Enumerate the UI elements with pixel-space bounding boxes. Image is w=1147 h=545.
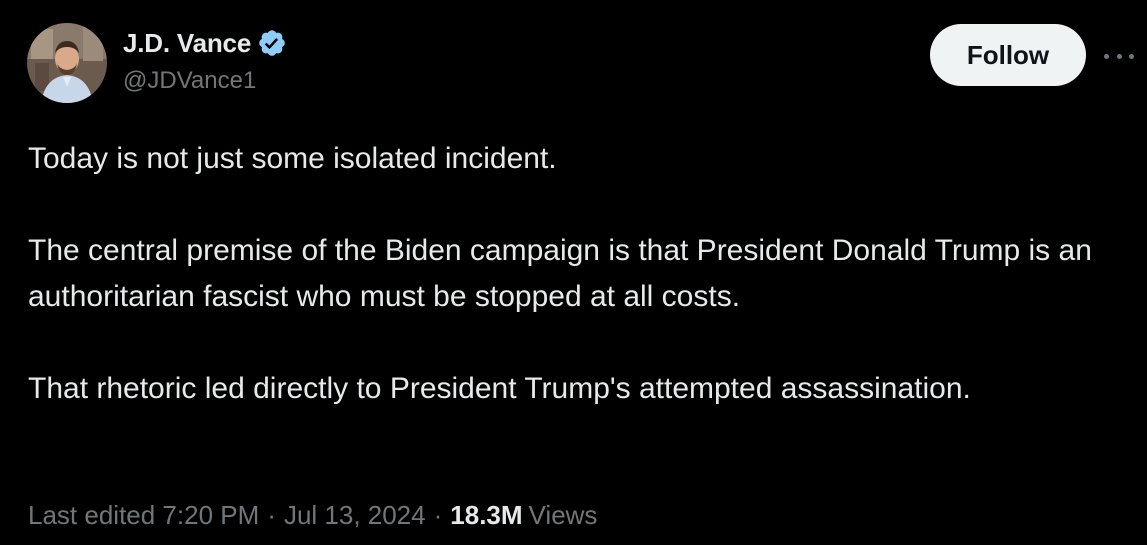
more-dot	[1129, 53, 1134, 59]
edited-timestamp[interactable]: Last edited 7:20 PM	[28, 500, 259, 531]
tweet-metadata: Last edited 7:20 PM · Jul 13, 2024 · 18.…	[28, 500, 597, 531]
avatar-image	[27, 23, 107, 103]
author-display-name[interactable]: J.D. Vance	[123, 28, 251, 59]
meta-separator: ·	[267, 500, 276, 530]
views-count: 18.3M	[450, 500, 523, 530]
meta-separator: ·	[433, 500, 443, 530]
author-handle[interactable]: @JDVance1	[123, 67, 256, 95]
tweet-paragraph: The central premise of the Biden campaig…	[28, 234, 1092, 313]
author-name-row: J.D. Vance	[123, 26, 287, 60]
more-dot	[1104, 53, 1109, 59]
views-label: Views	[528, 500, 598, 530]
more-options-icon[interactable]	[1104, 44, 1134, 68]
tweet-text: Today is not just some isolated incident…	[28, 136, 1118, 412]
tweet-card: J.D. Vance @JDVance1 Follow Today is not…	[0, 0, 1147, 545]
tweet-paragraph: That rhetoric led directly to President …	[28, 372, 971, 405]
tweet-date[interactable]: Jul 13, 2024	[284, 500, 426, 531]
more-dot	[1116, 53, 1122, 59]
avatar[interactable]	[27, 23, 107, 103]
verified-badge-icon[interactable]	[257, 28, 287, 58]
tweet-paragraph: Today is not just some isolated incident…	[28, 142, 557, 175]
follow-button[interactable]: Follow	[930, 24, 1086, 86]
